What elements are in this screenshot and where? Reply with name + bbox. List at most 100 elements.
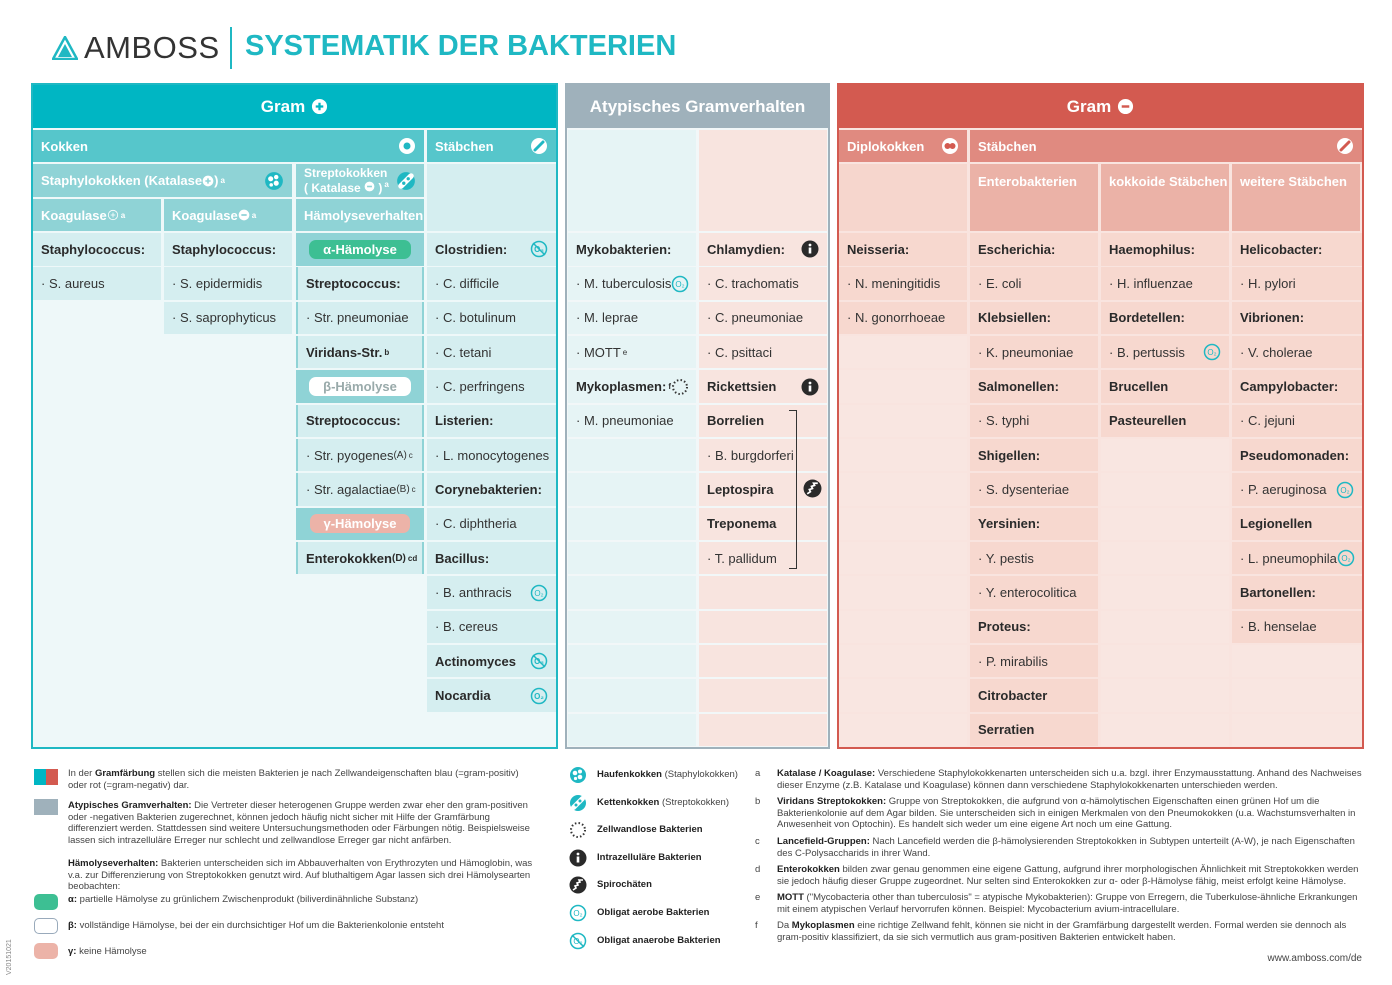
header-koagulase-positive: Koagulase a bbox=[33, 199, 161, 231]
genus-heading: Neisseria: bbox=[839, 233, 967, 266]
legend-text: In der Gramfärbung stellen sich die meis… bbox=[68, 768, 519, 791]
cell-wall-less-icon bbox=[671, 378, 688, 395]
species-item: · C. psittaci bbox=[699, 335, 827, 369]
empty-cell bbox=[699, 679, 827, 712]
genus-heading: Brucellen bbox=[1101, 370, 1229, 403]
empty-cell bbox=[699, 610, 827, 644]
footnote-key: c bbox=[755, 836, 760, 847]
empty-cell bbox=[33, 370, 161, 403]
legend-icon-label: Obligat anaerobe Bakterien bbox=[597, 934, 721, 946]
svg-text:O₂: O₂ bbox=[1340, 486, 1349, 495]
legend-text: γ: keine Hämolyse bbox=[68, 946, 147, 957]
empty-cell bbox=[1232, 679, 1362, 712]
species-item: · B. anthracis O₂ bbox=[427, 576, 556, 609]
genus-heading: Pasteurellen bbox=[1101, 404, 1229, 438]
empty-cell bbox=[568, 610, 696, 644]
empty-cell bbox=[839, 473, 967, 506]
aerobe-icon: O₂ bbox=[569, 904, 587, 922]
species-item: · Y. enterocolitica bbox=[970, 576, 1098, 609]
empty-cell bbox=[568, 644, 696, 678]
empty-cell bbox=[33, 576, 161, 609]
genus-heading: Haemophilus: bbox=[1101, 233, 1229, 266]
species-item: · L. pneumophila O₂ bbox=[1232, 541, 1362, 575]
legend-icon-label: Obligat aerobe Bakterien bbox=[597, 907, 710, 918]
genus-heading: Vibrionen: bbox=[1232, 301, 1362, 335]
genus-heading: Campylobacter: bbox=[1232, 370, 1362, 403]
hemolysis-label: γ-Hämolyse bbox=[296, 507, 424, 541]
footnote-text: Viridans Streptokokken: Gruppe von Strep… bbox=[777, 796, 1356, 830]
aerobe-icon: O₂ bbox=[1203, 343, 1221, 361]
empty-cell bbox=[296, 576, 424, 609]
empty-cell bbox=[296, 679, 424, 712]
empty-cell bbox=[699, 713, 827, 747]
empty-cell bbox=[1101, 473, 1229, 506]
empty-cell bbox=[164, 507, 292, 541]
version-label: V20151021 bbox=[6, 939, 13, 975]
empty-cell bbox=[1101, 507, 1229, 541]
header-staebchen: Stäbchen bbox=[427, 130, 556, 162]
rod-icon bbox=[1337, 138, 1353, 154]
empty-header-cell bbox=[568, 130, 696, 231]
empty-cell bbox=[568, 438, 696, 472]
empty-cell bbox=[33, 541, 161, 575]
genus-heading: Borrelien bbox=[699, 404, 827, 438]
empty-cell bbox=[164, 370, 292, 403]
species-item: · MOTT e bbox=[568, 335, 696, 369]
genus-heading: Citrobacter bbox=[970, 679, 1098, 712]
species-item: · Y. pestis bbox=[970, 541, 1098, 575]
anaerobe-icon: O₂ bbox=[530, 241, 548, 258]
empty-cell bbox=[839, 507, 967, 541]
svg-text:O₂: O₂ bbox=[534, 692, 544, 701]
genus-heading: Listerien: bbox=[427, 404, 556, 438]
empty-cell bbox=[33, 507, 161, 541]
footnote-text: MOTT ("Mycobacteria other than tuberculo… bbox=[777, 892, 1358, 915]
empty-cell bbox=[33, 335, 161, 369]
legend-text: Hämolyseverhalten: Bakterien unterscheid… bbox=[68, 858, 533, 892]
genus-heading: Proteus: bbox=[970, 610, 1098, 644]
species-item: · T. pallidum bbox=[699, 541, 827, 575]
staph-cluster-icon bbox=[265, 171, 283, 190]
footnote-key: b bbox=[755, 796, 761, 807]
empty-cell bbox=[1101, 541, 1229, 575]
aerobe-icon: O₂ bbox=[530, 687, 548, 704]
genus-heading: Yersinien: bbox=[970, 507, 1098, 541]
empty-cell bbox=[33, 438, 161, 472]
genus-heading: Bacillus: bbox=[427, 541, 556, 575]
footnote-text: Da Mykoplasmen eine richtige Zellwand fe… bbox=[777, 920, 1347, 943]
species-item: · C. botulinum bbox=[427, 301, 556, 335]
species-item: · Str. pneumoniae bbox=[296, 301, 424, 335]
footnote-text: Lancefield-Gruppen: Nach Lancefield werd… bbox=[777, 836, 1355, 859]
species-item: · B. burgdorferi bbox=[699, 438, 827, 472]
genus-heading: Nocardia O₂ bbox=[427, 679, 556, 712]
hemolysis-pill: α-Hämolyse bbox=[309, 239, 411, 259]
genus-heading: Pseudomonaden: bbox=[1232, 438, 1362, 472]
cell-wall-less-icon bbox=[570, 822, 586, 839]
legend-icon: O₂ bbox=[569, 904, 589, 926]
species-item: · N. meningitidis bbox=[839, 267, 967, 300]
amboss-triangle-icon bbox=[52, 36, 78, 60]
plus-circle-icon bbox=[202, 175, 214, 186]
empty-cell bbox=[1101, 610, 1229, 644]
genus-heading: Helicobacter: bbox=[1232, 233, 1362, 266]
empty-cell bbox=[164, 644, 292, 678]
intracellular-icon bbox=[569, 849, 587, 867]
anaerobe-icon: O₂ bbox=[569, 932, 587, 949]
empty-cell bbox=[568, 679, 696, 712]
header-diplokokken: Diplokokken bbox=[839, 130, 967, 162]
empty-cell bbox=[839, 679, 967, 712]
beta-swatch bbox=[34, 918, 58, 934]
species-item: · B. henselae bbox=[1232, 610, 1362, 644]
empty-cell bbox=[427, 713, 556, 747]
species-item: · H. influenzae bbox=[1101, 267, 1229, 300]
alpha-swatch bbox=[34, 894, 58, 910]
empty-cell bbox=[839, 370, 967, 403]
species-item: · S. epidermidis bbox=[164, 267, 292, 300]
legend-icon-label: Haufenkokken (Staphylokokken) bbox=[597, 769, 738, 780]
empty-cell bbox=[1101, 679, 1229, 712]
species-item: · M. leprae bbox=[568, 301, 696, 335]
hemolysis-pill: γ-Hämolyse bbox=[309, 514, 411, 534]
empty-cell bbox=[1101, 644, 1229, 678]
empty-cell bbox=[839, 644, 967, 678]
empty-cell bbox=[1232, 713, 1362, 747]
genus-heading: Shigellen: bbox=[970, 438, 1098, 472]
